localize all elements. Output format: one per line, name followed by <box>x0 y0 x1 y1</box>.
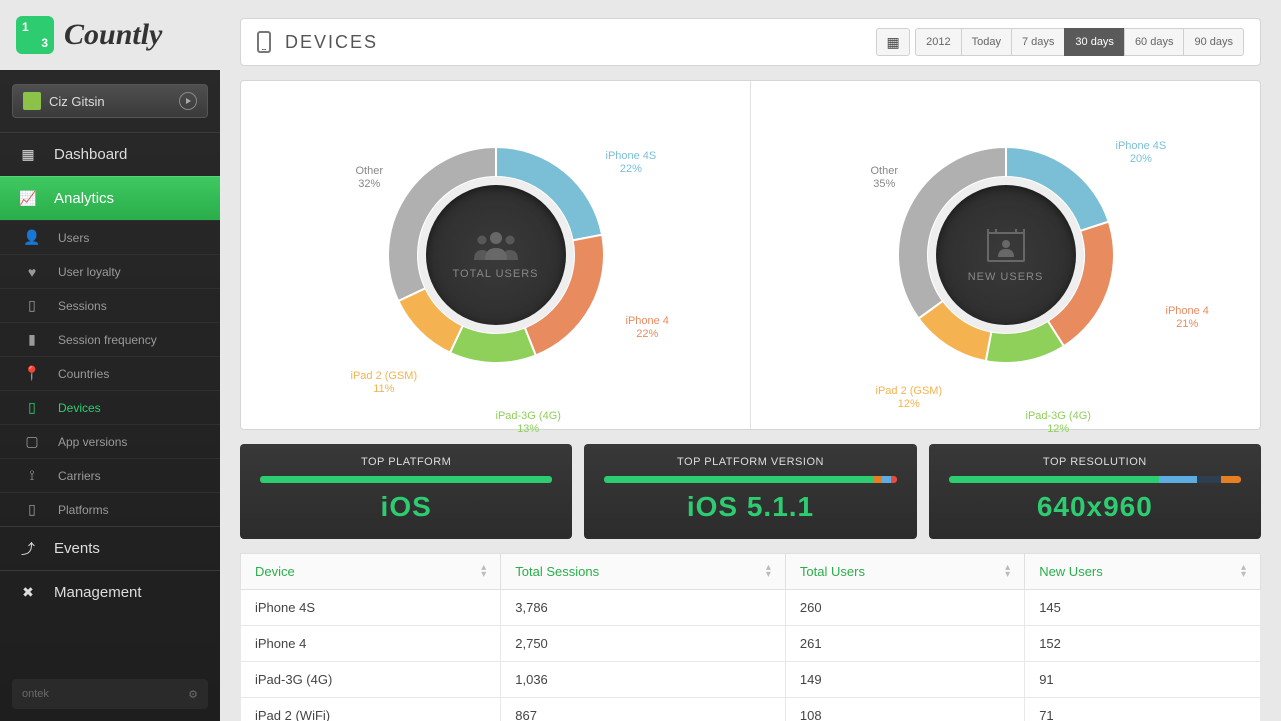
nav-users[interactable]: 👤Users <box>0 220 220 254</box>
progress-bar <box>260 476 552 483</box>
calendar-icon[interactable]: ▦ <box>876 28 910 56</box>
chart-label: iPad-3G (4G)13% <box>496 410 561 436</box>
sort-icon: ▴▾ <box>1241 564 1246 578</box>
share-icon: ⤴ <box>18 539 38 559</box>
nav-events[interactable]: ⤴Events <box>0 526 220 570</box>
app-icon <box>23 92 41 110</box>
nav-platforms[interactable]: ▯Platforms <box>0 492 220 526</box>
nav-list: ▦Dashboard 📈Analytics 👤Users ♥User loyal… <box>0 132 220 614</box>
device-header-icon <box>257 31 271 53</box>
sort-icon: ▴▾ <box>481 564 486 578</box>
range-30-days[interactable]: 30 days <box>1064 28 1125 56</box>
progress-bar <box>604 476 896 483</box>
analytics-icon: 📈 <box>18 190 38 207</box>
brand-logo: Countly <box>0 0 220 70</box>
table-row[interactable]: iPhone 42,750261152 <box>241 626 1261 662</box>
table-row[interactable]: iPad 2 (WiFi)86710871 <box>241 698 1261 721</box>
nav-devices[interactable]: ▯Devices <box>0 390 220 424</box>
gear-icon: ⚙ <box>188 688 198 701</box>
table-header[interactable]: Total Users▴▾ <box>785 554 1024 590</box>
top-card-value: iOS <box>260 491 552 523</box>
chart-label: Other32% <box>356 165 384 191</box>
devices-table: Device▴▾Total Sessions▴▾Total Users▴▾New… <box>240 553 1261 721</box>
chart-label: iPhone 422% <box>626 315 669 341</box>
progress-bar <box>949 476 1241 483</box>
nav-carriers[interactable]: ⟟Carriers <box>0 458 220 492</box>
range-2012[interactable]: 2012 <box>915 28 961 56</box>
top-card: TOP PLATFORM VERSIONiOS 5.1.1 <box>584 444 916 539</box>
chart-label: iPhone 4S22% <box>606 150 657 176</box>
app-selector[interactable]: Ciz Gitsin <box>12 84 208 118</box>
chart-label: iPhone 4S20% <box>1116 140 1167 166</box>
table-row[interactable]: iPhone 4S3,786260145 <box>241 590 1261 626</box>
chart-label: iPad 2 (GSM)11% <box>351 370 418 396</box>
nav-app-versions[interactable]: ▢App versions <box>0 424 220 458</box>
footer-user[interactable]: ontek ⚙ <box>12 679 208 709</box>
date-range-picker: ▦ 2012Today7 days30 days60 days90 days <box>876 28 1244 56</box>
page-title: DEVICES <box>285 32 378 53</box>
nav-management[interactable]: ✖Management <box>0 570 220 614</box>
dashboard-icon: ▦ <box>18 146 38 163</box>
nav-sessions[interactable]: ▯Sessions <box>0 288 220 322</box>
selected-app-name: Ciz Gitsin <box>49 94 105 109</box>
heart-icon: ♥ <box>22 264 42 280</box>
table-header[interactable]: Device▴▾ <box>241 554 501 590</box>
play-icon <box>179 92 197 110</box>
page-header: DEVICES ▦ 2012Today7 days30 days60 days9… <box>240 18 1261 66</box>
chart-label: iPad 2 (GSM)12% <box>876 385 943 411</box>
user-icon: 👤 <box>22 229 42 246</box>
table-row[interactable]: iPad-3G (4G)1,03614991 <box>241 662 1261 698</box>
range-60-days[interactable]: 60 days <box>1124 28 1185 56</box>
chart-label: Other35% <box>871 165 899 191</box>
device-icon: ▯ <box>22 399 42 416</box>
nav-user-loyalty[interactable]: ♥User loyalty <box>0 254 220 288</box>
table-header[interactable]: New Users▴▾ <box>1025 554 1261 590</box>
top-card-value: iOS 5.1.1 <box>604 491 896 523</box>
range-today[interactable]: Today <box>961 28 1012 56</box>
bars-icon: ▮ <box>22 331 42 348</box>
table-header[interactable]: Total Sessions▴▾ <box>501 554 786 590</box>
version-icon: ▢ <box>22 433 42 450</box>
phone-icon: ▯ <box>22 297 42 314</box>
nav-session-frequency[interactable]: ▮Session frequency <box>0 322 220 356</box>
platform-icon: ▯ <box>22 501 42 518</box>
sort-icon: ▴▾ <box>1005 564 1010 578</box>
chart-label: iPhone 421% <box>1166 305 1209 331</box>
brand-name: Countly <box>64 18 162 52</box>
brand-icon <box>16 16 54 54</box>
main-content: DEVICES ▦ 2012Today7 days30 days60 days9… <box>220 0 1281 721</box>
sidebar: Countly Ciz Gitsin ▦Dashboard 📈Analytics… <box>0 0 220 721</box>
charts-panel: TOTAL USERSiPhone 4S22%iPhone 422%iPad-3… <box>240 80 1261 430</box>
signal-icon: ⟟ <box>22 467 42 484</box>
top-card-value: 640x960 <box>949 491 1241 523</box>
top-cards-row: TOP PLATFORMiOSTOP PLATFORM VERSIONiOS 5… <box>240 444 1261 539</box>
nav-analytics[interactable]: 📈Analytics <box>0 176 220 220</box>
tools-icon: ✖ <box>18 584 38 601</box>
range-90-days[interactable]: 90 days <box>1183 28 1244 56</box>
chart-new-users: NEW USERSiPhone 4S20%iPhone 421%iPad-3G … <box>751 81 1260 429</box>
range-7-days[interactable]: 7 days <box>1011 28 1065 56</box>
top-card: TOP PLATFORMiOS <box>240 444 572 539</box>
chart-total-users: TOTAL USERSiPhone 4S22%iPhone 422%iPad-3… <box>241 81 751 429</box>
sort-icon: ▴▾ <box>766 564 771 578</box>
pin-icon: 📍 <box>22 365 42 382</box>
nav-countries[interactable]: 📍Countries <box>0 356 220 390</box>
chart-label: iPad-3G (4G)12% <box>1026 410 1091 436</box>
nav-dashboard[interactable]: ▦Dashboard <box>0 132 220 176</box>
top-card: TOP RESOLUTION640x960 <box>929 444 1261 539</box>
